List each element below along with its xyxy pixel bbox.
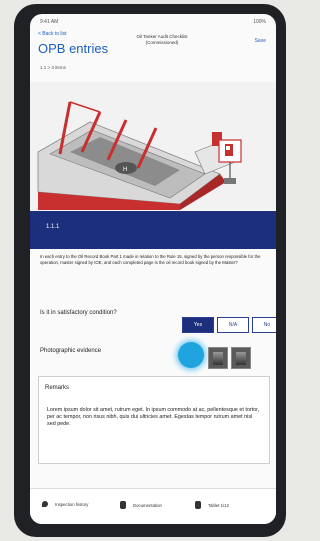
instruction-text: In each entry to the Oil Record Book Par…: [40, 254, 261, 265]
vessel-illustration: H: [30, 82, 276, 210]
svg-text:H: H: [123, 167, 127, 173]
checklist-title: Oil Tanker Audit Checklist (Commissioned…: [136, 34, 188, 45]
section-header: 1.1.1: [30, 211, 276, 249]
back-button[interactable]: < Back to list: [38, 31, 66, 37]
tablet-icon: [195, 501, 201, 509]
photo-image: [213, 352, 223, 365]
breadcrumb: 1.1 > 3 items: [40, 65, 66, 70]
question-label: Is it in satisfactory condition?: [40, 310, 117, 316]
add-photo-button[interactable]: [178, 342, 204, 368]
tanker-illustration: H: [30, 82, 276, 210]
bottom-tab-bar: Inspection history Documentation Tablet …: [30, 488, 276, 524]
answer-na-button[interactable]: N/A: [217, 317, 249, 333]
page-title: OPB entries: [38, 41, 109, 56]
document-icon: [120, 501, 126, 509]
status-bar: 9:41 AM 100%: [30, 14, 276, 28]
tab-tablet[interactable]: Tablet 1/12: [195, 501, 229, 509]
location-pin-icon: [42, 501, 48, 507]
photo-image: [236, 352, 246, 365]
remarks-field[interactable]: Remarks Lorem ipsum dolor sit amet, rutr…: [38, 376, 270, 464]
section-number: 1.1.1: [46, 224, 60, 230]
status-time: 9:41 AM: [40, 19, 59, 25]
tab-documentation[interactable]: Documentation: [120, 501, 162, 509]
tab-label: Inspection history: [55, 501, 89, 507]
app-screen: 9:41 AM 100% < Back to list Oil Tanker A…: [30, 14, 276, 524]
answer-no-button[interactable]: No: [252, 317, 276, 333]
remarks-text[interactable]: Lorem ipsum dolor sit amet, rutrum eget.…: [47, 407, 261, 429]
photo-thumbnail[interactable]: [208, 347, 228, 369]
save-button[interactable]: Save: [255, 38, 266, 44]
photo-thumbnail[interactable]: [231, 347, 251, 369]
status-battery: 100%: [253, 19, 266, 25]
answer-yes-button[interactable]: Yes: [182, 317, 214, 333]
remarks-label: Remarks: [45, 385, 70, 391]
tab-label: Tablet 1/12: [208, 502, 230, 508]
tab-inspection-history[interactable]: Inspection history: [42, 501, 88, 507]
photo-evidence-label: Photographic evidence: [40, 348, 102, 354]
tab-label: Documentation: [133, 502, 162, 508]
